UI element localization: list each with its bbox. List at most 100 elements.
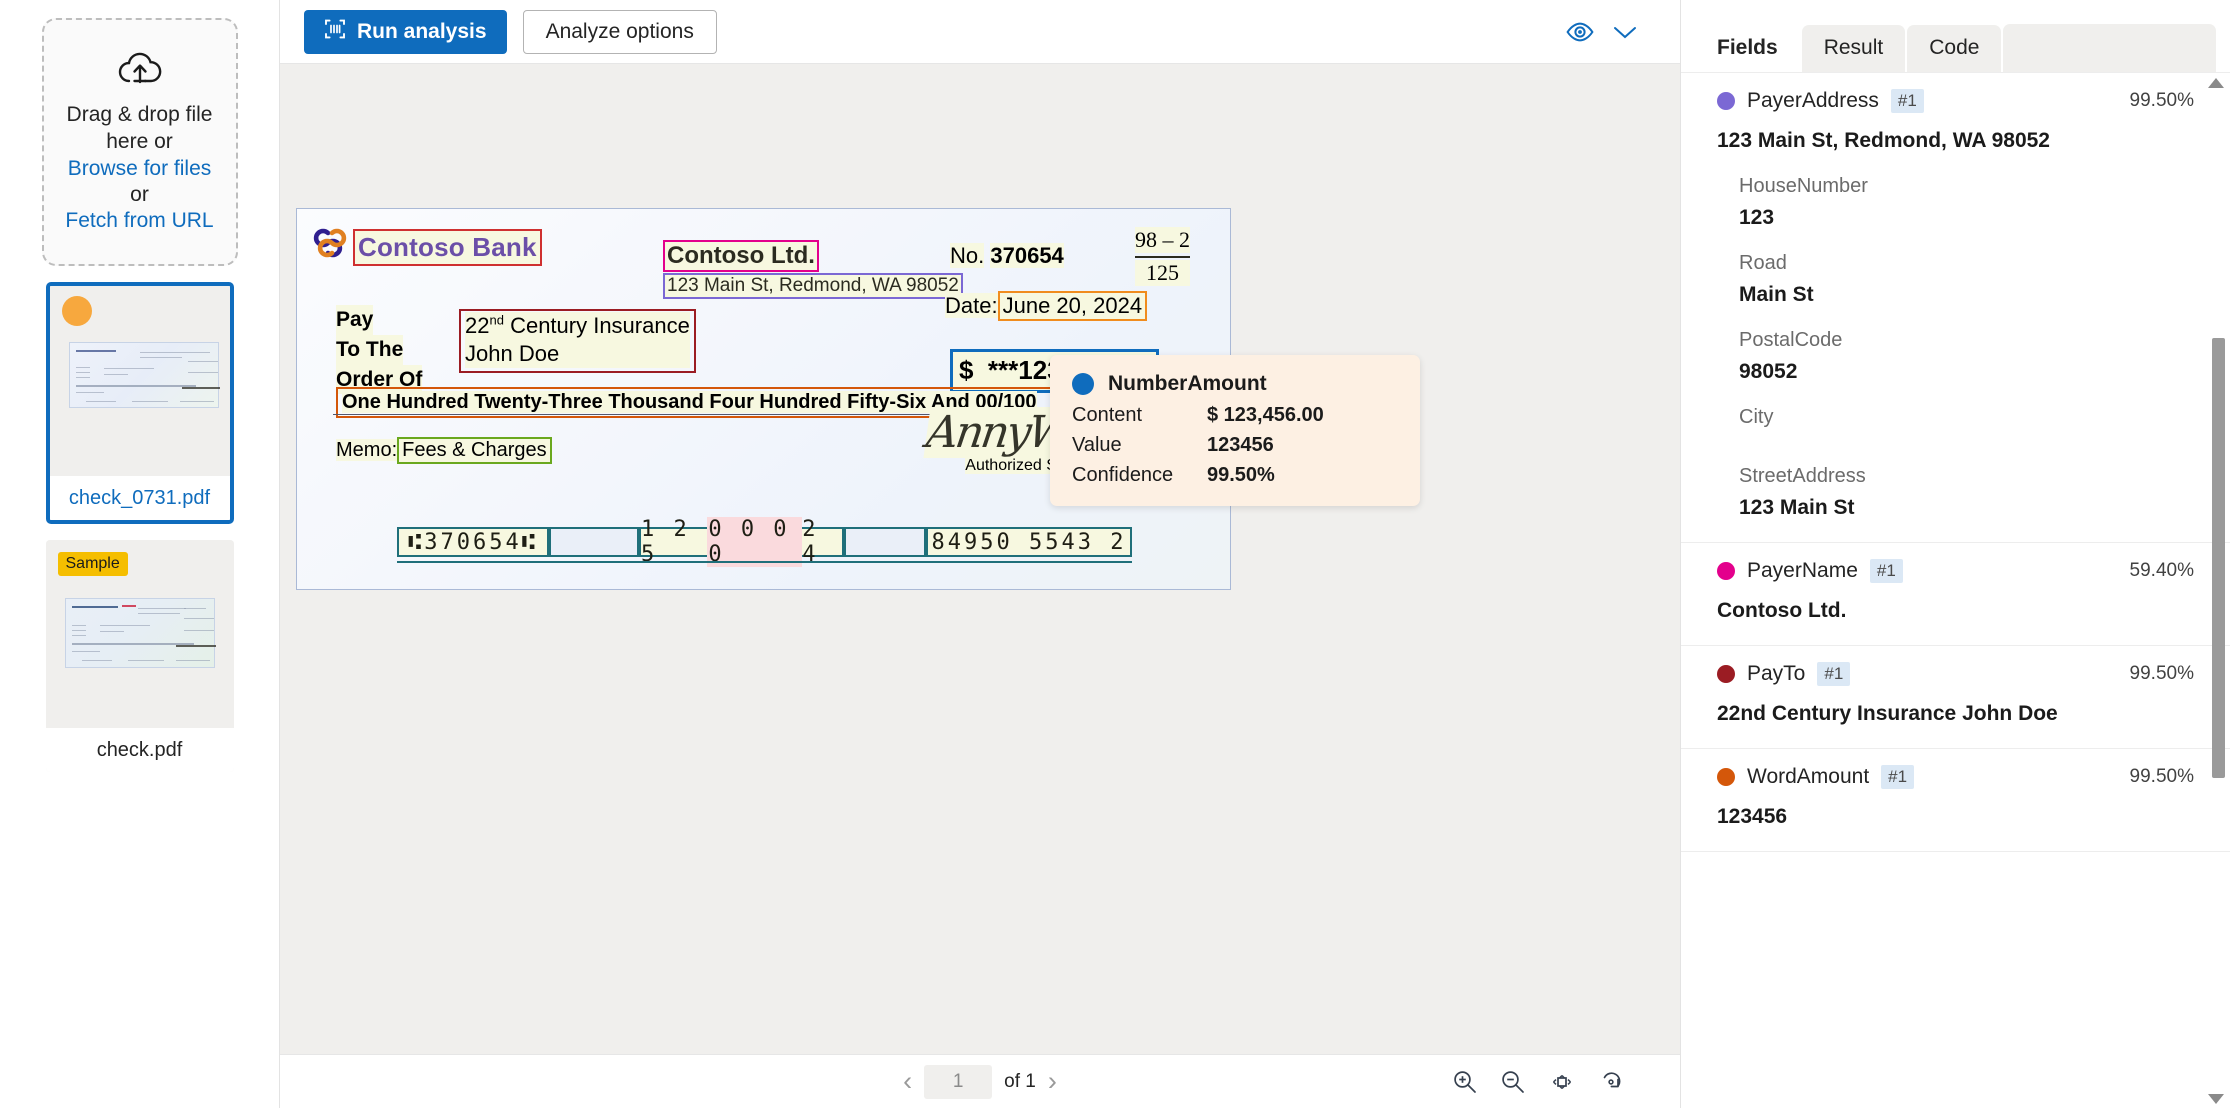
analyze-options-button[interactable]: Analyze options: [522, 9, 717, 54]
file-card-sample[interactable]: Sample check.pdf: [45, 540, 234, 772]
tooltip-row-content: Content $ 123,456.00: [1072, 404, 1398, 427]
subfield-streetaddress: StreetAddress 123 Main St: [1717, 465, 2194, 520]
fields-list[interactable]: PayerAddress #1 99.50% 123 Main St, Redm…: [1681, 72, 2230, 1108]
run-analysis-label: Run analysis: [357, 19, 487, 43]
micr-gap-1: [549, 527, 639, 557]
file-thumbnail: [49, 286, 230, 476]
viewer-toolbar: Run analysis Analyze options: [280, 0, 1680, 64]
field-header: PayTo #1 99.50%: [1717, 662, 2194, 686]
viewer-toolbar-right: [1566, 22, 1656, 42]
payer-address-field[interactable]: 123 Main St, Redmond, WA 98052: [663, 273, 963, 299]
tab-code[interactable]: Code: [1907, 25, 2002, 72]
micr-account-number: 84950 5543 2: [926, 527, 1132, 557]
page-number-input[interactable]: [924, 1064, 993, 1099]
tab-fields[interactable]: Fields: [1695, 25, 1800, 72]
field-header: PayerAddress #1 99.50%: [1717, 89, 2194, 113]
document-canvas[interactable]: Contoso Bank Contoso Ltd. 123 Main St, R…: [280, 64, 1680, 1054]
field-row-payername[interactable]: PayerName #1 59.40% Contoso Ltd.: [1681, 543, 2230, 646]
word-amount-rule: [333, 414, 953, 415]
panel-scrollbar[interactable]: [2208, 78, 2226, 1108]
routing-fraction: 98 – 2 125: [1135, 227, 1190, 286]
subfield-label: PostalCode: [1739, 329, 1843, 351]
contoso-links-logo: [313, 227, 347, 266]
run-analysis-button[interactable]: Run analysis: [304, 9, 507, 54]
routing-fraction-top: 98 – 2: [1135, 227, 1190, 253]
field-value: 22nd Century Insurance John Doe: [1717, 702, 2058, 725]
page-total-label: of 1: [1004, 1070, 1036, 1092]
field-index-badge: #1: [1869, 559, 1903, 583]
field-color-dot-icon: [1717, 768, 1735, 786]
file-card-selected[interactable]: check_0731.pdf: [45, 282, 234, 524]
document-viewer: Run analysis Analyze options Contoso Ban…: [280, 0, 1680, 1108]
field-confidence: 99.50%: [2129, 663, 2194, 684]
tooltip-row-confidence: Confidence 99.50%: [1072, 464, 1398, 487]
tab-result[interactable]: Result: [1801, 25, 1906, 72]
field-row-payeraddress[interactable]: PayerAddress #1 99.50% 123 Main St, Redm…: [1681, 73, 2230, 543]
chevron-right-icon[interactable]: ›: [1048, 1068, 1057, 1095]
chevron-left-icon[interactable]: ‹: [903, 1068, 912, 1095]
subfield-value: 98052: [1739, 360, 1798, 383]
browse-for-files-link[interactable]: Browse for files: [68, 157, 212, 181]
tooltip-key: Content: [1072, 404, 1143, 426]
tooltip-value: $ 123,456.00: [1207, 404, 1324, 426]
file-name-label-sample[interactable]: check.pdf: [45, 728, 234, 772]
field-name: PayerAddress: [1747, 89, 1879, 112]
memo-label: Memo:: [336, 439, 398, 461]
eye-icon[interactable]: [1566, 22, 1594, 42]
field-color-dot-icon: [1717, 665, 1735, 683]
field-row-wordamount[interactable]: WordAmount #1 99.50% 123456: [1681, 749, 2230, 852]
field-header: PayerName #1 59.40%: [1717, 559, 2194, 583]
scroll-down-arrow-icon[interactable]: [2208, 1094, 2224, 1104]
tooltip-color-dot-icon: [1072, 373, 1094, 395]
field-index-badge: #1: [1817, 662, 1851, 686]
scroll-up-arrow-icon[interactable]: [2208, 78, 2224, 88]
pagination-controls: ‹ of 1 ›: [280, 1064, 1680, 1099]
subfield-label: City: [1739, 406, 1774, 428]
thumbnail-check-preview: [68, 342, 220, 408]
memo-line: Memo: Fees & Charges: [336, 437, 552, 464]
chevron-down-icon[interactable]: [1612, 24, 1638, 40]
field-value: 123 Main St, Redmond, WA 98052: [1717, 129, 2050, 152]
date-label: Date:: [945, 293, 998, 318]
field-row-payto[interactable]: PayTo #1 99.50% 22nd Century Insurance J…: [1681, 646, 2230, 749]
subfield-label: StreetAddress: [1739, 465, 1866, 487]
field-color-dot-icon: [1717, 92, 1735, 110]
sample-badge: Sample: [57, 552, 128, 576]
scrollbar-thumb[interactable]: [2212, 338, 2225, 778]
pay-label-line1: Pay: [336, 305, 374, 335]
file-sidebar: Drag & drop file here or Browse for file…: [0, 0, 280, 1108]
file-name-label[interactable]: check_0731.pdf: [49, 476, 230, 520]
pay-label-line2: To The: [336, 334, 404, 365]
routing-fraction-bottom: 125: [1135, 260, 1190, 286]
micr-line: ⑆370654⑆ 1 2 50 0 0 02 4 84950 5543 2: [397, 517, 1132, 567]
check-date-line: Date: June 20, 2024: [945, 291, 1148, 321]
tooltip-row-value: Value 123456: [1072, 434, 1398, 457]
payer-name-field[interactable]: Contoso Ltd.: [663, 240, 819, 272]
field-index-badge: #1: [1890, 89, 1924, 113]
pay-to-the-order-of-label: Pay To The Order Of: [336, 305, 423, 395]
payto-field[interactable]: 22nd Century Insurance John Doe: [459, 309, 696, 374]
tooltip-title: NumberAmount: [1108, 372, 1267, 395]
subfield-value: 123 Main St: [1739, 496, 1855, 519]
tabs-filler: [2003, 24, 2216, 72]
subfield-label: Road: [1739, 252, 1787, 274]
file-dropzone[interactable]: Drag & drop file here or Browse for file…: [41, 18, 238, 266]
payto-line-2: John Doe: [465, 340, 690, 369]
scan-document-icon: [324, 18, 346, 46]
fields-panel: Fields Result Code PayerAddress #1 99.50…: [1680, 0, 2230, 1108]
dropzone-instruction: Drag & drop file here or: [66, 103, 213, 153]
micr-routing-number: 1 2 50 0 0 02 4: [639, 517, 844, 567]
payto-line-1: 22nd Century Insurance: [465, 312, 690, 341]
subfield-road: Road Main St: [1717, 252, 2194, 307]
check-number-label: No.: [950, 243, 985, 268]
check-number-line: No. 370654: [950, 243, 1064, 269]
field-header: WordAmount #1 99.50%: [1717, 765, 2194, 789]
status-dot-icon: [61, 296, 92, 326]
routing-fraction-bar: [1135, 256, 1190, 258]
bank-name: Contoso Bank: [353, 229, 542, 266]
amount-currency: $: [959, 355, 974, 385]
field-confidence: 99.50%: [2129, 90, 2194, 111]
date-value-field[interactable]: June 20, 2024: [997, 291, 1148, 321]
fetch-from-url-link[interactable]: Fetch from URL: [65, 209, 213, 233]
memo-value-field[interactable]: Fees & Charges: [397, 437, 552, 464]
